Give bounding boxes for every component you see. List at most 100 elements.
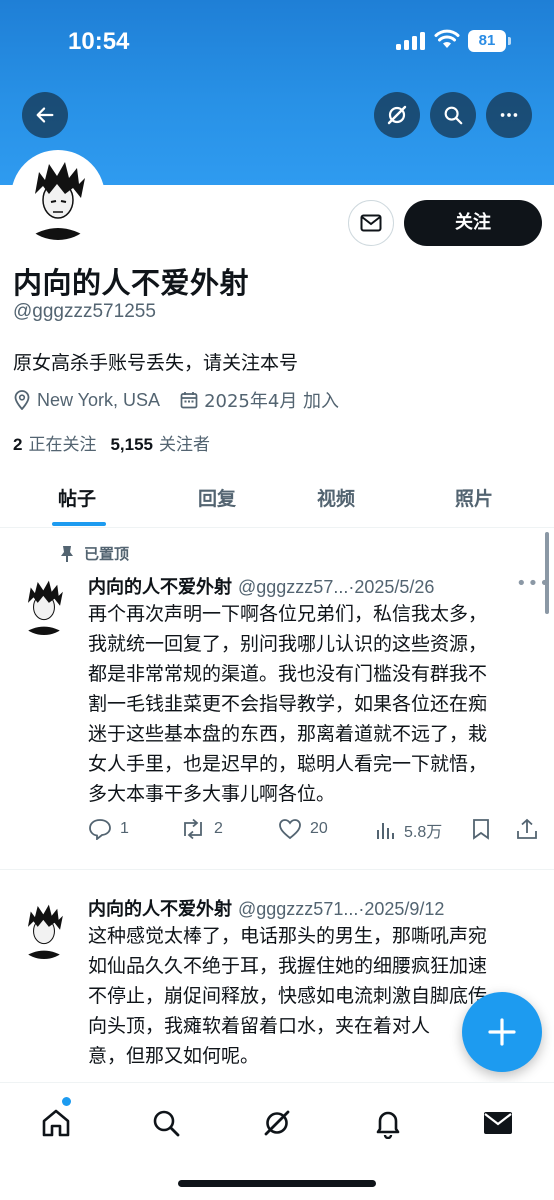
arrow-left-icon xyxy=(36,107,54,123)
reply-count: 1 xyxy=(120,820,129,837)
post-actions: 1 2 20 5.8万 xyxy=(88,818,538,844)
nav-notifications[interactable] xyxy=(368,1103,408,1143)
avatar-image xyxy=(14,575,74,635)
home-indicator xyxy=(178,1180,376,1187)
post-line: 多大本事干多大事儿啊各位。 xyxy=(88,783,336,805)
nav-messages[interactable] xyxy=(478,1103,518,1143)
grok-icon xyxy=(264,1110,290,1136)
repost-count: 2 xyxy=(214,820,223,837)
scrollbar[interactable] xyxy=(545,532,549,614)
share-icon xyxy=(517,818,537,839)
nav-explore[interactable] xyxy=(146,1103,186,1143)
bell-icon xyxy=(376,1111,400,1139)
bookmark-button[interactable] xyxy=(472,818,498,840)
post-line: 如仙品久久不绝于耳，我握住她的细腰疯狂加速 xyxy=(88,955,488,977)
pin-icon xyxy=(61,545,73,562)
repost-icon xyxy=(184,818,202,840)
search-button[interactable] xyxy=(430,92,476,138)
bookmark-icon xyxy=(473,819,489,840)
more-button[interactable] xyxy=(486,92,532,138)
plus-icon xyxy=(488,1018,516,1046)
followers-label: 关注者 xyxy=(159,435,211,455)
reply-button[interactable]: 1 xyxy=(88,818,129,840)
nav-home[interactable] xyxy=(36,1103,76,1143)
following-link[interactable]: 2 正在关注 xyxy=(13,430,96,455)
post-line: 女人手里，也是迟早的，聪明人看完一下就悟， xyxy=(88,753,488,775)
grok-button[interactable] xyxy=(374,92,420,138)
joined-item: 2025年4月 加入 xyxy=(180,387,339,413)
post-avatar[interactable] xyxy=(14,575,74,635)
pinned-post[interactable]: 已置顶 内向的人不爱外射 @gggzzz57... ·2025/5/26 •••… xyxy=(0,529,554,870)
nav-grok[interactable] xyxy=(257,1103,297,1143)
pinned-indicator: 已置顶 xyxy=(60,543,129,564)
avatar-image xyxy=(14,899,74,959)
following-label: 正在关注 xyxy=(28,435,97,455)
active-tab-indicator xyxy=(52,522,106,526)
reply-icon xyxy=(89,819,111,840)
like-count: 20 xyxy=(310,820,328,837)
battery-tip xyxy=(508,37,511,45)
share-button[interactable] xyxy=(516,818,546,840)
heart-icon xyxy=(279,819,301,840)
post-text: 再个再次声明一下啊各位兄弟们，私信我太多， 我就统一回复了，别问我哪儿认识的这些… xyxy=(88,599,538,809)
tab-posts[interactable]: 帖子 xyxy=(58,484,96,511)
post-date[interactable]: ·2025/5/26 xyxy=(348,577,434,598)
compose-post-button[interactable] xyxy=(462,992,542,1072)
search-icon xyxy=(153,1110,180,1137)
follow-stats: 2 正在关注 5,155 关注者 xyxy=(13,430,224,455)
followers-link[interactable]: 5,155 关注者 xyxy=(110,430,210,455)
back-button[interactable] xyxy=(22,92,68,138)
profile-bio: 原女高杀手账号丢失，请关注本号 xyxy=(13,352,299,374)
more-dots-icon xyxy=(500,113,518,117)
post-line: 我就统一回复了，别问我哪儿认识的这些资源， xyxy=(88,633,488,655)
profile-name: 内向的人不爱外射 xyxy=(13,266,250,300)
post-author[interactable]: 内向的人不爱外射 xyxy=(88,895,232,921)
notification-dot xyxy=(62,1097,71,1106)
followers-count: 5,155 xyxy=(110,435,154,454)
post-date[interactable]: ·2025/9/12 xyxy=(358,899,444,920)
home-icon xyxy=(42,1109,70,1137)
views-count: 5.8万 xyxy=(404,824,443,841)
profile-handle: @gggzzz571255 xyxy=(13,301,156,322)
follow-button[interactable]: 关注 xyxy=(404,200,542,246)
tab-replies[interactable]: 回复 xyxy=(198,484,236,511)
post-handle[interactable]: @gggzzz57... xyxy=(238,577,348,598)
post-line: 都是非常常规的渠道。我也没有门槛没有群我不 xyxy=(88,663,488,685)
pinned-label: 已置顶 xyxy=(84,545,130,563)
calendar-icon xyxy=(180,392,198,409)
views-button[interactable]: 5.8万 xyxy=(376,818,442,842)
repost-button[interactable]: 2 xyxy=(180,818,223,840)
mail-icon xyxy=(360,214,382,232)
post-header: 内向的人不爱外射 @gggzzz57... ·2025/5/26 xyxy=(88,573,434,599)
avatar-image xyxy=(15,154,101,240)
post-avatar[interactable] xyxy=(14,899,74,959)
post-line: 割一毛钱韭菜更不会指导教学，如果各位还在痴 xyxy=(88,693,488,715)
tab-videos[interactable]: 视频 xyxy=(317,484,355,511)
message-button[interactable] xyxy=(348,200,394,246)
post-header: 内向的人不爱外射 @gggzzz571... ·2025/9/12 xyxy=(88,895,444,921)
location-text: New York, USA xyxy=(37,389,161,410)
profile-meta: New York, USA 2025年4月 加入 xyxy=(13,387,359,413)
mail-icon xyxy=(484,1112,512,1134)
post-author[interactable]: 内向的人不爱外射 xyxy=(88,573,232,599)
status-bar: 10:54 81 xyxy=(0,0,554,80)
location-pin-icon xyxy=(14,390,30,410)
profile-tabs: 帖子 回复 视频 照片 xyxy=(0,470,554,528)
battery-indicator: 81 xyxy=(468,30,506,52)
post-handle[interactable]: @gggzzz571... xyxy=(238,899,358,920)
profile-avatar[interactable] xyxy=(11,150,105,244)
views-bar-chart-icon xyxy=(377,823,394,839)
like-button[interactable]: 20 xyxy=(278,818,328,840)
post-line: 再个再次声明一下啊各位兄弟们，私信我太多， xyxy=(88,603,488,625)
location-item: New York, USA xyxy=(13,390,160,411)
post-line: 迷于这些基本盘的东西，那离着道就不远了，栽 xyxy=(88,723,488,745)
tab-photos[interactable]: 照片 xyxy=(455,484,493,511)
search-icon xyxy=(444,106,463,125)
signal-icon xyxy=(396,32,426,50)
joined-text: 2025年4月 加入 xyxy=(204,391,340,412)
status-time: 10:54 xyxy=(68,28,130,55)
grok-icon xyxy=(387,105,407,125)
wifi-icon xyxy=(434,29,460,48)
following-count: 2 xyxy=(13,435,23,454)
post-line: 这种感觉太棒了，电话那头的男生，那嘶吼声宛 xyxy=(88,925,488,947)
